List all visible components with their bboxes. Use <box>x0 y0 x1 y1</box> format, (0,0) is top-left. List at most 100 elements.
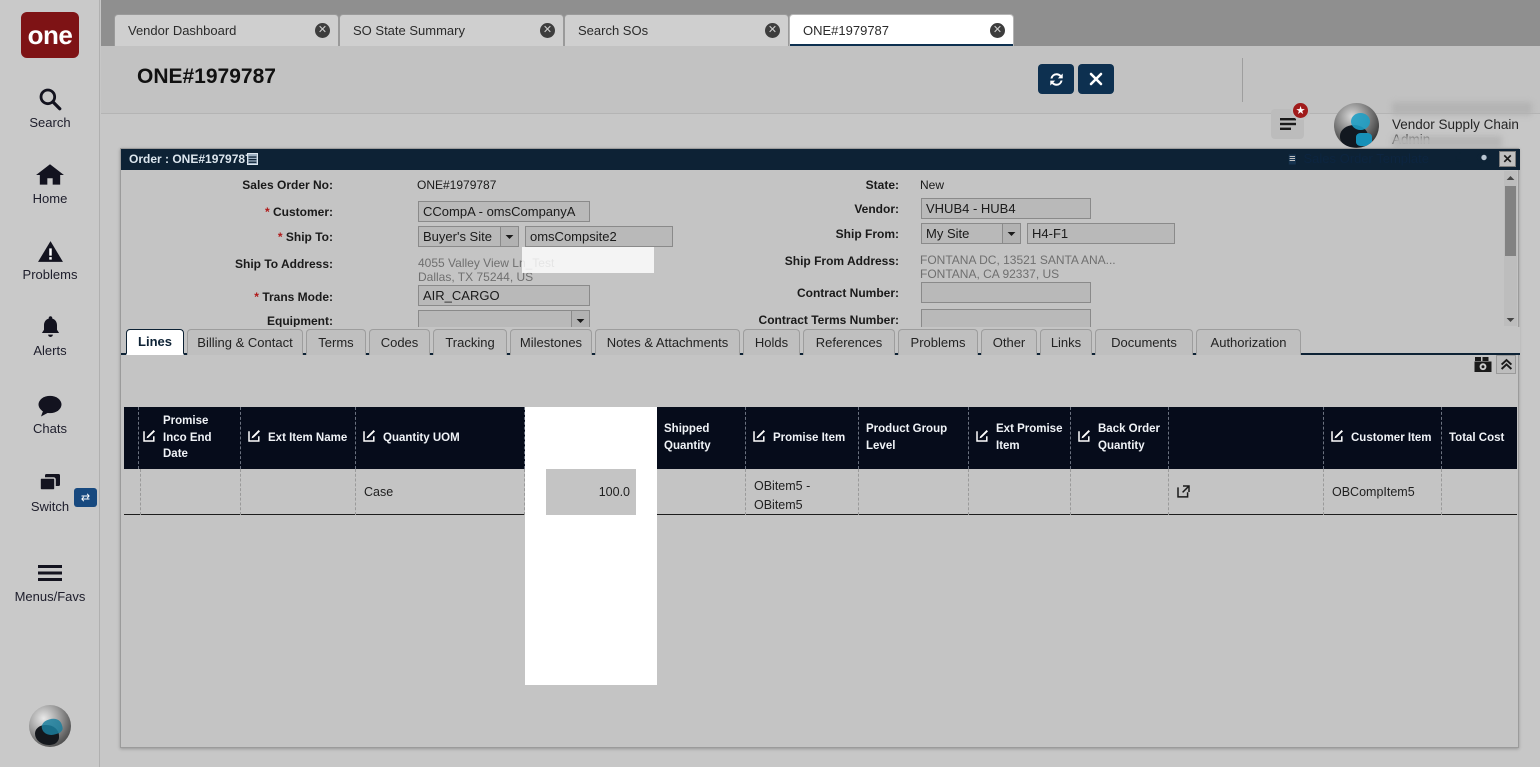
field-label-contract-number: Contract Number: <box>697 286 899 300</box>
close-button[interactable] <box>1078 64 1114 94</box>
field-label-state: State: <box>721 178 899 192</box>
sidebar-item-label: Problems <box>0 267 100 282</box>
equipment-select[interactable] <box>418 310 590 327</box>
tab-notes-attachments[interactable]: Notes & Attachments <box>595 329 740 355</box>
trans-mode-field[interactable] <box>418 285 590 306</box>
table-row[interactable]: Case 100.0 OBitem5 - OBitem5 OBCompItem5 <box>124 469 1517 515</box>
one-network-logo[interactable]: one <box>21 12 79 58</box>
edit-pencil-icon <box>753 428 767 448</box>
hamburger-icon <box>1279 116 1297 132</box>
cell-promise-item[interactable]: OBitem5 - OBitem5 <box>746 469 859 515</box>
grid-header-shipped-quantity[interactable]: Shipped Quantity <box>657 407 746 469</box>
grid-settings-button[interactable] <box>1473 355 1494 374</box>
browser-tab-one-1979787[interactable]: ONE#1979787 ✕ <box>789 14 1014 46</box>
app-root: one Search Home Problems Alerts <box>0 0 1540 767</box>
grid-header-back-order-quantity[interactable]: Back Order Quantity <box>1071 407 1169 469</box>
grid-header-quantity-uom[interactable]: Quantity UOM <box>356 407 525 469</box>
cell-ext-item-name[interactable] <box>241 469 356 515</box>
hierarchy-icon[interactable] <box>1452 150 1469 167</box>
avatar[interactable] <box>29 705 71 747</box>
tab-codes[interactable]: Codes <box>369 329 430 355</box>
contract-terms-number-field[interactable] <box>921 309 1091 327</box>
tab-holds[interactable]: Holds <box>743 329 800 355</box>
close-icon[interactable]: ✕ <box>990 23 1005 38</box>
cell-promise-quantity[interactable]: 100.0 <box>525 469 657 515</box>
cell-total-cost[interactable] <box>1442 469 1517 515</box>
cell-back-order-quantity[interactable] <box>1071 469 1169 515</box>
cell-shipped-quantity[interactable] <box>657 469 746 515</box>
cell-product-group-level[interactable] <box>859 469 969 515</box>
close-icon[interactable]: ✕ <box>315 23 330 38</box>
tab-authorization[interactable]: Authorization <box>1196 329 1301 355</box>
sales-order-template-selector[interactable]: Sales Order Template <box>1286 151 1447 166</box>
column-label: Ext Item Name <box>268 430 347 447</box>
tab-label: Milestones <box>520 335 582 350</box>
cell-blank[interactable] <box>1169 469 1324 515</box>
tab-documents[interactable]: Documents <box>1095 329 1193 355</box>
contract-number-field[interactable] <box>921 282 1091 303</box>
cell-customer-item[interactable]: OBCompItem5 <box>1324 469 1442 515</box>
edit-pencil-icon <box>1331 428 1345 448</box>
tab-milestones[interactable]: Milestones <box>510 329 592 355</box>
grid-header-ext-item-name[interactable]: Ext Item Name <box>241 407 356 469</box>
avatar[interactable] <box>1334 103 1379 148</box>
scroll-up-arrow-icon[interactable] <box>1504 171 1517 184</box>
scrollbar-thumb[interactable] <box>1505 186 1516 256</box>
vendor-field[interactable] <box>921 198 1091 219</box>
browser-tab-vendor-dashboard[interactable]: Vendor Dashboard ✕ <box>114 14 339 46</box>
tab-label: Billing & Contact <box>197 335 292 350</box>
panel-close-button[interactable]: ✕ <box>1499 151 1516 167</box>
edit-pencil-icon <box>976 428 990 448</box>
tab-other[interactable]: Other <box>981 329 1037 355</box>
tab-references[interactable]: References <box>803 329 895 355</box>
sidebar-item-home[interactable]: Home <box>0 160 100 206</box>
grid-view-icon[interactable] <box>247 153 258 168</box>
switch-badge-icon[interactable]: ⇄ <box>74 488 97 507</box>
sidebar-item-problems[interactable]: Problems <box>0 236 100 282</box>
panel-title-bar: Order : ONE#1979787 Sales Order Template… <box>121 149 1520 170</box>
grid-collapse-button[interactable] <box>1496 355 1516 374</box>
browser-tab-search-sos[interactable]: Search SOs ✕ <box>564 14 789 46</box>
sidebar-item-menus-favs[interactable]: Menus/Favs <box>0 558 100 604</box>
close-icon[interactable]: ✕ <box>765 23 780 38</box>
tab-lines[interactable]: Lines <box>126 329 184 355</box>
grid-header-promise-inco-end-date[interactable]: Promise Inco End Date <box>136 407 241 469</box>
tab-links[interactable]: Links <box>1040 329 1092 355</box>
cell-promise-inco-end-date[interactable] <box>136 469 241 515</box>
grid-header-product-group-level[interactable]: Product Group Level <box>859 407 969 469</box>
grid-header-ext-promise-item[interactable]: Ext Promise Item <box>969 407 1071 469</box>
ship-from-site-field[interactable] <box>1027 223 1175 244</box>
ship-from-type-select[interactable]: My Site <box>921 223 1021 244</box>
customer-field[interactable] <box>418 201 590 222</box>
sidebar-item-search[interactable]: Search <box>0 84 100 130</box>
scroll-down-arrow-icon[interactable] <box>1504 313 1517 326</box>
eye-icon[interactable] <box>1475 151 1493 167</box>
tab-label: Search SOs <box>578 23 648 38</box>
grid-header-blank[interactable] <box>1169 407 1324 469</box>
grid-header-promise-quantity[interactable]: * Promise Quantity <box>525 407 657 469</box>
field-label-customer: * Customer: <box>181 205 333 219</box>
grid-header-promise-item[interactable]: Promise Item <box>746 407 859 469</box>
edit-pencil-icon <box>532 428 546 448</box>
form-vertical-scrollbar[interactable] <box>1504 171 1517 326</box>
sidebar-item-chats[interactable]: Chats <box>0 390 100 436</box>
external-link-edit-icon[interactable] <box>1177 484 1191 501</box>
tab-billing-contact[interactable]: Billing & Contact <box>187 329 303 355</box>
order-panel: Order : ONE#1979787 Sales Order Template… <box>120 148 1519 748</box>
tab-tracking[interactable]: Tracking <box>433 329 507 355</box>
cell-ext-promise-item[interactable] <box>969 469 1071 515</box>
cell-quantity-uom[interactable]: Case <box>356 469 525 515</box>
browser-tab-so-state-summary[interactable]: SO State Summary ✕ <box>339 14 564 46</box>
ship-to-site-field[interactable] <box>525 226 673 247</box>
sidebar-item-alerts[interactable]: Alerts <box>0 312 100 358</box>
grid-header-customer-item[interactable]: Customer Item <box>1324 407 1442 469</box>
close-icon[interactable]: ✕ <box>540 23 555 38</box>
grid-header-total-cost[interactable]: Total Cost <box>1442 407 1517 469</box>
tab-problems[interactable]: Problems <box>898 329 978 355</box>
ship-to-type-select[interactable]: Buyer's Site <box>418 226 519 247</box>
avatar-shape-teal <box>1351 113 1370 130</box>
refresh-button[interactable] <box>1038 64 1074 94</box>
tab-terms[interactable]: Terms <box>306 329 366 355</box>
order-form: Sales Order No: ONE#1979787 * Customer: … <box>121 170 1520 327</box>
search-icon <box>0 84 100 114</box>
